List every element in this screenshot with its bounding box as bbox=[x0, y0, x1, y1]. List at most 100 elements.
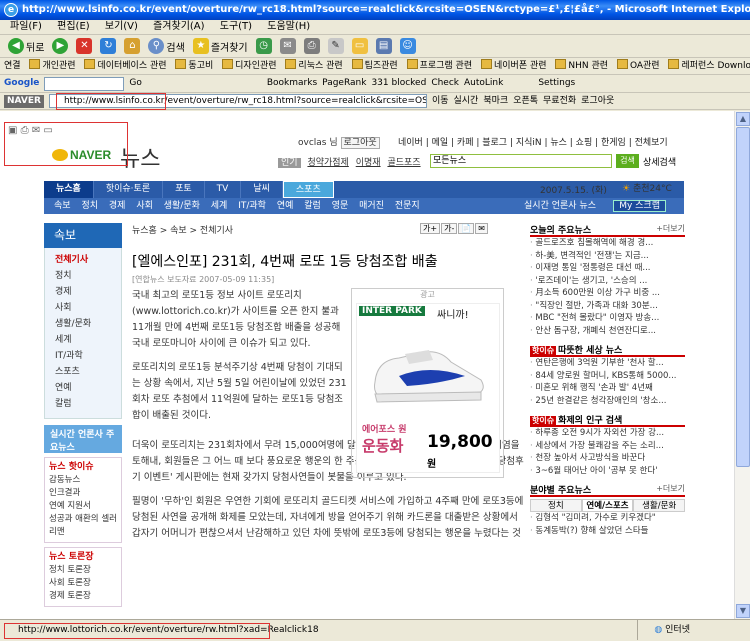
google-go-button[interactable]: Go bbox=[129, 75, 141, 92]
print-article-button[interactable]: 📄 bbox=[458, 223, 475, 234]
weather-info[interactable]: ☀ 춘천24°C bbox=[622, 181, 672, 194]
research-button[interactable]: ▤ bbox=[374, 38, 394, 54]
left-nav-item[interactable]: 경제 bbox=[45, 284, 121, 300]
section-link[interactable]: 전문지 bbox=[395, 201, 420, 211]
menu-favorites[interactable]: 즐겨찾기(A) bbox=[153, 21, 204, 32]
news-logo[interactable]: 뉴스 bbox=[120, 141, 160, 173]
menu-file[interactable]: 파일(F) bbox=[10, 21, 42, 32]
autolink-button[interactable]: AutoLink bbox=[464, 75, 503, 92]
news-item[interactable]: 세상에서 가장 불쾌감을 주는 소리... bbox=[530, 440, 685, 453]
home-button[interactable]: ⌂ bbox=[122, 38, 142, 54]
news-item[interactable]: 동계동박(?) 향해 살았던 스타들 bbox=[530, 525, 685, 538]
go-button[interactable]: 이동 bbox=[432, 93, 449, 109]
tab-sports[interactable]: 스포츠 bbox=[282, 181, 334, 198]
menu-tools[interactable]: 도구(T) bbox=[220, 21, 252, 32]
popular-keyword[interactable]: 청약가점제 bbox=[307, 158, 348, 168]
debate-item[interactable]: 경제 토론장 bbox=[49, 590, 117, 603]
news-item[interactable]: MBC "전혀 몰랐다" 이영자 방송... bbox=[530, 312, 685, 325]
scroll-down-icon[interactable]: ▼ bbox=[736, 604, 750, 618]
logout-button[interactable]: 로그아웃 bbox=[340, 137, 380, 149]
more-link[interactable]: +더보기 bbox=[656, 483, 685, 494]
realtime-press-link[interactable]: 실시간 언론사 뉴스 bbox=[524, 198, 596, 214]
hot-issue-item[interactable]: 연예 지원서 bbox=[49, 500, 117, 513]
news-item[interactable]: 25년 한결같은 청각장애인의 '창소... bbox=[530, 395, 685, 408]
tab-hot-issue[interactable]: 핫이슈·토론 bbox=[94, 181, 164, 198]
logout-button[interactable]: 로그아웃 bbox=[581, 93, 614, 109]
link-item[interactable]: 레퍼런스 Downloads bbox=[668, 58, 750, 74]
discuss-button[interactable]: ▭ bbox=[350, 38, 370, 54]
search-button[interactable]: ⚲ 검색 bbox=[146, 38, 186, 54]
back-button[interactable]: ◀ 뒤로 bbox=[6, 38, 46, 54]
link-item[interactable]: 개인관련 bbox=[29, 58, 75, 74]
menu-edit[interactable]: 편집(E) bbox=[57, 21, 90, 32]
history-button[interactable]: ◷ bbox=[254, 38, 274, 54]
popup-blocked-counter[interactable]: 331 blocked bbox=[371, 75, 426, 92]
bookmark-button[interactable]: 북마크 bbox=[483, 93, 508, 109]
menu-view[interactable]: 보기(V) bbox=[105, 21, 138, 32]
tab-news-home[interactable]: 뉴스홈 bbox=[44, 181, 94, 198]
news-item[interactable]: 골드로즈호 침몰해역에 해경 경... bbox=[530, 237, 685, 250]
scroll-thumb[interactable] bbox=[736, 127, 750, 467]
google-search-input[interactable] bbox=[44, 76, 125, 91]
check-button[interactable]: Check bbox=[431, 75, 459, 92]
tab-weather[interactable]: 날씨 bbox=[241, 181, 283, 198]
news-item[interactable]: 月소득 600만원 이상 가구 비중 ... bbox=[530, 287, 685, 300]
section-link[interactable]: 칼럼 bbox=[304, 201, 321, 211]
news-item[interactable]: 84세 양로원 할머니, KBS통해 5000... bbox=[530, 370, 685, 383]
left-nav-item[interactable]: 전체기사 bbox=[45, 252, 121, 268]
detail-search-link[interactable]: 상세검색 bbox=[643, 155, 676, 168]
link-item[interactable]: 데이터베이스 관련 bbox=[84, 58, 166, 74]
hot-issue-item[interactable]: 성공과 애환의 셀러리맨 bbox=[49, 513, 117, 539]
edit-button[interactable]: ✎ bbox=[326, 38, 346, 54]
opentalk-button[interactable]: 오픈톡 bbox=[513, 93, 538, 109]
section-link[interactable]: 영문 bbox=[332, 201, 349, 211]
font-larger-button[interactable]: 가+ bbox=[420, 223, 441, 234]
link-item[interactable]: 동고비 bbox=[175, 58, 213, 74]
news-search-input[interactable]: 모든뉴스 bbox=[430, 154, 612, 168]
left-nav-item[interactable]: 스포츠 bbox=[45, 364, 121, 380]
news-item[interactable]: 연탄은행에 3억원 기부한 '천사 할... bbox=[530, 357, 685, 370]
my-scrap-button[interactable]: My 스크랩 bbox=[613, 200, 666, 212]
left-nav-item[interactable]: 세계 bbox=[45, 332, 121, 348]
folder-icon[interactable]: ▭ bbox=[43, 125, 52, 136]
section-link[interactable]: 세계 bbox=[211, 201, 228, 211]
save-icon[interactable]: ▣ bbox=[8, 125, 17, 136]
bookmarks-button[interactable]: Bookmarks bbox=[267, 75, 317, 92]
news-item[interactable]: 하-美, 변격적인 '전쟁'는 지금... bbox=[530, 250, 685, 263]
news-item[interactable]: 3~6월 태어난 아이 '공부 못 한다' bbox=[530, 465, 685, 478]
more-link[interactable]: +더보기 bbox=[656, 223, 685, 234]
realtime-main-news-banner[interactable]: 실시간 언론사 주요뉴스 bbox=[44, 425, 122, 453]
link-item[interactable]: 디자인관련 bbox=[222, 58, 276, 74]
tab-life[interactable]: 생활/문화 bbox=[633, 499, 686, 512]
section-link[interactable]: 속보 bbox=[54, 201, 71, 211]
section-link[interactable]: 경제 bbox=[109, 201, 126, 211]
news-item[interactable]: 김형석 "김미려, 가수로 키우겠다" bbox=[530, 512, 685, 525]
left-nav-item[interactable]: IT/과학 bbox=[45, 348, 121, 364]
section-link[interactable]: 생활/문화 bbox=[164, 201, 200, 211]
tab-tv[interactable]: TV bbox=[205, 181, 242, 198]
link-item[interactable]: NHN 관련 bbox=[555, 58, 608, 74]
news-item[interactable]: 천장 높아서 사고방식을 바꾼다 bbox=[530, 452, 685, 465]
section-link[interactable]: 연예 bbox=[277, 201, 294, 211]
link-item[interactable]: 프로그램 관련 bbox=[407, 58, 473, 74]
tab-photo[interactable]: 포토 bbox=[163, 181, 205, 198]
realtime-button[interactable]: 실시간 bbox=[454, 93, 479, 109]
settings-button[interactable]: Settings bbox=[538, 75, 575, 92]
news-item[interactable]: '로즈데이'는 생기고, '스승의 ... bbox=[530, 275, 685, 288]
print-button[interactable]: ⎙ bbox=[302, 38, 322, 54]
naver-logo[interactable]: NAVER bbox=[52, 148, 111, 162]
news-item[interactable]: "직장인 절반, 가족과 대화 30분... bbox=[530, 300, 685, 313]
news-item[interactable]: 미혼모 위해 행직 '손과 발' 4년째 bbox=[530, 382, 685, 395]
font-smaller-button[interactable]: 가- bbox=[441, 223, 458, 234]
debate-item[interactable]: 사회 토론장 bbox=[49, 577, 117, 590]
news-item[interactable]: 하루종 오전 9시가 자외선 가장 강... bbox=[530, 427, 685, 440]
stop-button[interactable]: ✕ bbox=[74, 38, 94, 54]
link-item[interactable]: 팁즈관련 bbox=[352, 58, 398, 74]
tab-entertainment[interactable]: 연예/스포츠 bbox=[581, 499, 634, 512]
tab-politics[interactable]: 정치 bbox=[530, 499, 582, 512]
print-icon[interactable]: ⎙ bbox=[21, 125, 29, 136]
sneaker-ad[interactable]: 광고 INTER PARK 싸니까! 에어포스 원 운동화 19,800원 bbox=[351, 288, 504, 478]
left-nav-item[interactable]: 연예 bbox=[45, 380, 121, 396]
mail-button[interactable]: ✉ bbox=[278, 38, 298, 54]
section-link[interactable]: 정치 bbox=[81, 201, 98, 211]
